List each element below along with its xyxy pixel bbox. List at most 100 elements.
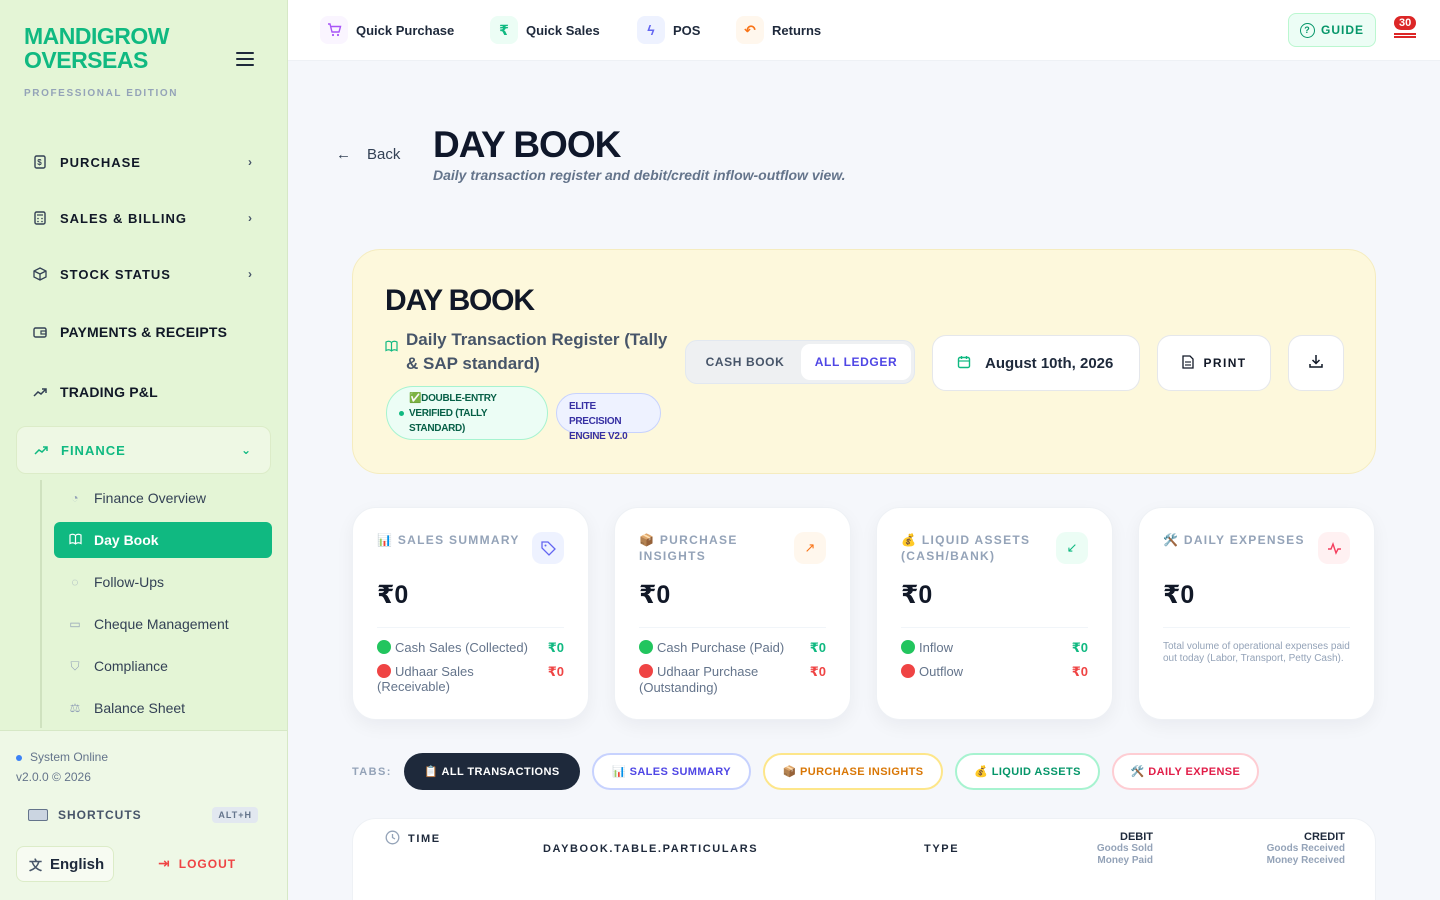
logout-button[interactable]: ⇥ LOGOUT: [158, 855, 236, 872]
quick-sales-button[interactable]: ₹ Quick Sales: [490, 16, 600, 44]
quick-purchase-button[interactable]: Quick Purchase: [320, 16, 454, 44]
subnav-balance-sheet[interactable]: ⚖ Balance Sheet: [54, 690, 272, 726]
ledger-toggle: CASH BOOK ALL LEDGER: [685, 340, 915, 384]
notifications-button[interactable]: 30: [1392, 16, 1417, 42]
date-picker[interactable]: August 10th, 2026: [932, 335, 1140, 391]
shortcuts-button[interactable]: SHORTCUTS ALT+H: [28, 807, 258, 823]
tab-sales-summary[interactable]: 📊 SALES SUMMARY: [592, 753, 751, 790]
hero-title: DAY BOOK: [385, 284, 535, 317]
hamburger-icon: [236, 52, 254, 54]
brand: MANDIGROW OVERSEAS PROFESSIONAL EDITION: [24, 24, 194, 99]
quick-purchase-label: Quick Purchase: [356, 22, 455, 38]
column-type[interactable]: TYPE: [924, 843, 959, 855]
row-value: ₹0: [547, 640, 564, 655]
subnav-label: Finance Overview: [94, 490, 207, 506]
sidebar-item-label: PAYMENTS & RECEIPTS: [60, 324, 228, 340]
row-label: Udhaar Purchase (Outstanding): [639, 664, 759, 695]
print-button[interactable]: PRINT: [1157, 335, 1271, 391]
file-text-icon: [1181, 354, 1194, 372]
sidebar-item-finance[interactable]: FINANCE ⌄: [16, 426, 271, 474]
subnav-day-book[interactable]: Day Book: [54, 522, 272, 558]
subnav-cheque-management[interactable]: ▭ Cheque Management: [54, 606, 272, 642]
toggle-cash-book[interactable]: CASH BOOK: [689, 344, 801, 380]
column-credit[interactable]: CREDIT Goods Received Money Received: [1225, 831, 1345, 867]
download-button[interactable]: [1288, 335, 1344, 391]
status-dot-icon: [399, 411, 404, 416]
tab-liquid-assets[interactable]: 💰 LIQUID ASSETS: [955, 753, 1100, 790]
row-label: Cash Sales (Collected): [395, 640, 528, 655]
column-debit[interactable]: DEBIT Goods Sold Money Paid: [1053, 831, 1153, 867]
chevron-right-icon: ›: [248, 267, 253, 281]
purchase-insights-card: 📦 PURCHASE INSIGHTS ↗ ₹0 Cash Purchase (…: [614, 507, 851, 720]
message-circle-icon: ◌: [71, 575, 79, 589]
returns-button[interactable]: ↶ Returns: [736, 16, 821, 44]
back-label: Back: [367, 146, 401, 163]
sidebar-item-label: TRADING P&L: [60, 384, 158, 400]
undo-icon: ↶: [736, 16, 764, 44]
shortcuts-label: SHORTCUTS: [58, 808, 142, 822]
lightning-icon: ϟ: [637, 16, 665, 44]
sidebar-item-trading-pl[interactable]: TRADING P&L: [16, 362, 271, 422]
column-debit-label: DEBIT: [1120, 831, 1153, 843]
toggle-all-ledger[interactable]: ALL LEDGER: [800, 344, 911, 380]
menu-toggle-button[interactable]: [236, 52, 254, 68]
double-entry-badge-text: ✅DOUBLE-ENTRY VERIFIED (TALLY STANDARD): [409, 393, 497, 434]
row-value: ₹0: [547, 664, 564, 679]
column-particulars[interactable]: DAYBOOK.TABLE.PARTICULARS: [543, 843, 758, 855]
card-value: ₹0: [1163, 581, 1195, 609]
card-value: ₹0: [377, 581, 409, 609]
trending-up-icon: [33, 442, 49, 458]
red-circle-icon: [639, 664, 653, 678]
card-note: Total volume of operational expenses pai…: [1163, 641, 1350, 664]
tag-icon: [532, 532, 564, 564]
quick-sales-label: Quick Sales: [526, 22, 600, 38]
divider: [1163, 627, 1350, 628]
sidebar-item-payments-receipts[interactable]: PAYMENTS & RECEIPTS: [16, 302, 271, 362]
scale-icon: ⚖: [69, 701, 81, 715]
sidebar-nav: $ PURCHASE › SALES & BILLING › STOCK STA…: [16, 134, 271, 474]
pos-button[interactable]: ϟ POS: [637, 16, 700, 44]
sidebar-item-sales-billing[interactable]: SALES & BILLING ›: [16, 190, 271, 246]
tab-all-transactions[interactable]: 📋 ALL TRANSACTIONS: [404, 753, 580, 790]
returns-label: Returns: [772, 22, 822, 38]
subnav-finance-overview[interactable]: ◔ Finance Overview: [54, 480, 272, 516]
trending-up-icon: [32, 384, 48, 400]
sidebar-item-stock-status[interactable]: STOCK STATUS ›: [16, 246, 271, 302]
subnav-follow-ups[interactable]: ◌ Follow-Ups: [54, 564, 272, 600]
guide-button[interactable]: ? GUIDE: [1288, 13, 1376, 47]
row-value: ₹0: [1071, 640, 1088, 655]
column-debit-sub: Goods Sold: [1096, 843, 1153, 854]
language-button[interactable]: 文 English: [16, 846, 114, 882]
back-button[interactable]: ← Back: [336, 146, 400, 163]
row-value: ₹0: [1071, 664, 1088, 679]
card-row: Udhaar Purchase (Outstanding) ₹0: [639, 664, 826, 696]
column-time[interactable]: TIME: [385, 830, 441, 848]
tab-purchase-insights[interactable]: 📦 PURCHASE INSIGHTS: [763, 753, 943, 790]
sidebar-item-purchase[interactable]: $ PURCHASE ›: [16, 134, 271, 190]
notification-count-badge: 30: [1394, 16, 1417, 30]
calculator-icon: [32, 210, 48, 226]
version-text: v2.0.0 © 2026: [16, 770, 91, 784]
subnav-compliance[interactable]: ⛉ Compliance: [54, 648, 272, 684]
brand-edition: PROFESSIONAL EDITION: [24, 88, 179, 99]
system-status: System Online v2.0.0 © 2026: [16, 747, 108, 787]
green-circle-icon: [901, 640, 915, 654]
finance-subnav: ◔ Finance Overview Day Book ◌ Follow-Ups…: [40, 480, 272, 728]
sidebar-footer: System Online v2.0.0 © 2026 SHORTCUTS AL…: [0, 730, 287, 900]
arrow-left-icon: ←: [336, 146, 351, 163]
brand-name: MANDIGROW OVERSEAS: [24, 23, 169, 73]
hero-description: Daily Transaction Register (Tally & SAP …: [385, 328, 675, 376]
help-circle-icon: ?: [1299, 22, 1315, 38]
tab-daily-expense[interactable]: 🛠️ DAILY EXPENSE: [1112, 753, 1259, 790]
chevron-right-icon: ›: [248, 155, 253, 169]
subnav-label: Compliance: [94, 658, 168, 674]
subnav-label: Balance Sheet: [94, 700, 186, 716]
credit-card-icon: ▭: [69, 617, 81, 631]
book-open-icon: [385, 336, 398, 376]
card-value: ₹0: [639, 581, 671, 609]
language-label: English: [50, 855, 105, 873]
translate-icon: 文: [29, 857, 43, 873]
download-icon: [1309, 354, 1323, 373]
shield-icon: ⛉: [70, 658, 80, 673]
wallet-icon: [32, 324, 48, 340]
